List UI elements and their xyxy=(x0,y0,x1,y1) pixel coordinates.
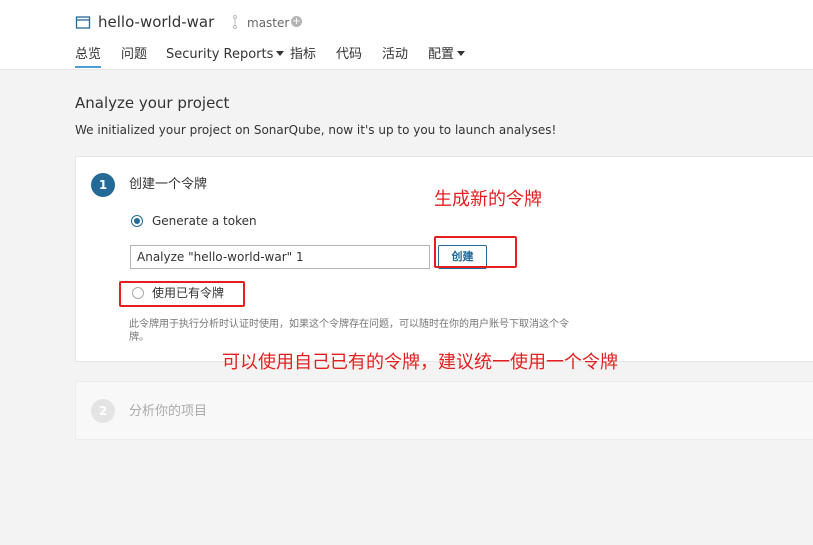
tab-issues[interactable]: 问题 xyxy=(121,46,147,64)
token-name-input[interactable] xyxy=(130,245,430,269)
generate-token-label[interactable]: Generate a token xyxy=(152,213,257,229)
page-description: We initialized your project on SonarQube… xyxy=(75,123,557,137)
top-bar: hello-world-war master + 总览 问题 Security … xyxy=(0,0,813,70)
tab-label: 问题 xyxy=(121,47,148,62)
tab-label: 总览 xyxy=(75,47,102,62)
tab-measures[interactable]: 指标 xyxy=(290,46,316,64)
page-title: Analyze your project xyxy=(75,94,230,112)
step-2-title: 分析你的项目 xyxy=(129,404,208,419)
token-help-text: 此令牌用于执行分析时认证时使用，如果这个令牌存在问题，可以随时在你的用户账号下取… xyxy=(129,319,569,343)
tab-label: 指标 xyxy=(290,47,317,62)
tab-code[interactable]: 代码 xyxy=(336,46,362,64)
tab-activity[interactable]: 活动 xyxy=(382,46,408,64)
generate-token-radio[interactable] xyxy=(131,215,143,227)
annotation-highlight-create xyxy=(434,236,517,268)
tab-security-reports[interactable]: Security Reports xyxy=(166,46,285,64)
step-1-title: 创建一个令牌 xyxy=(129,177,208,192)
add-branch-icon[interactable]: + xyxy=(291,16,302,27)
branch-name[interactable]: master xyxy=(247,15,289,31)
project-icon xyxy=(75,16,91,29)
project-name[interactable]: hello-world-war xyxy=(98,12,214,32)
tab-label: 代码 xyxy=(336,47,363,62)
tab-overview[interactable]: 总览 xyxy=(75,46,102,68)
annotation-new-token: 生成新的令牌 xyxy=(434,189,542,210)
tab-label: 配置 xyxy=(428,47,455,62)
chevron-down-icon xyxy=(276,51,285,56)
annotation-highlight-existing xyxy=(119,281,245,307)
step-2-number: 2 xyxy=(91,399,115,423)
tab-label: 活动 xyxy=(382,47,409,62)
annotation-existing-token: 可以使用自己已有的令牌，建议统一使用一个令牌 xyxy=(222,352,618,373)
branch-icon xyxy=(233,15,237,29)
chevron-down-icon xyxy=(457,51,466,56)
step-1-number: 1 xyxy=(91,173,115,197)
tab-administration[interactable]: 配置 xyxy=(428,46,466,64)
tab-label: Security Reports xyxy=(166,47,274,62)
